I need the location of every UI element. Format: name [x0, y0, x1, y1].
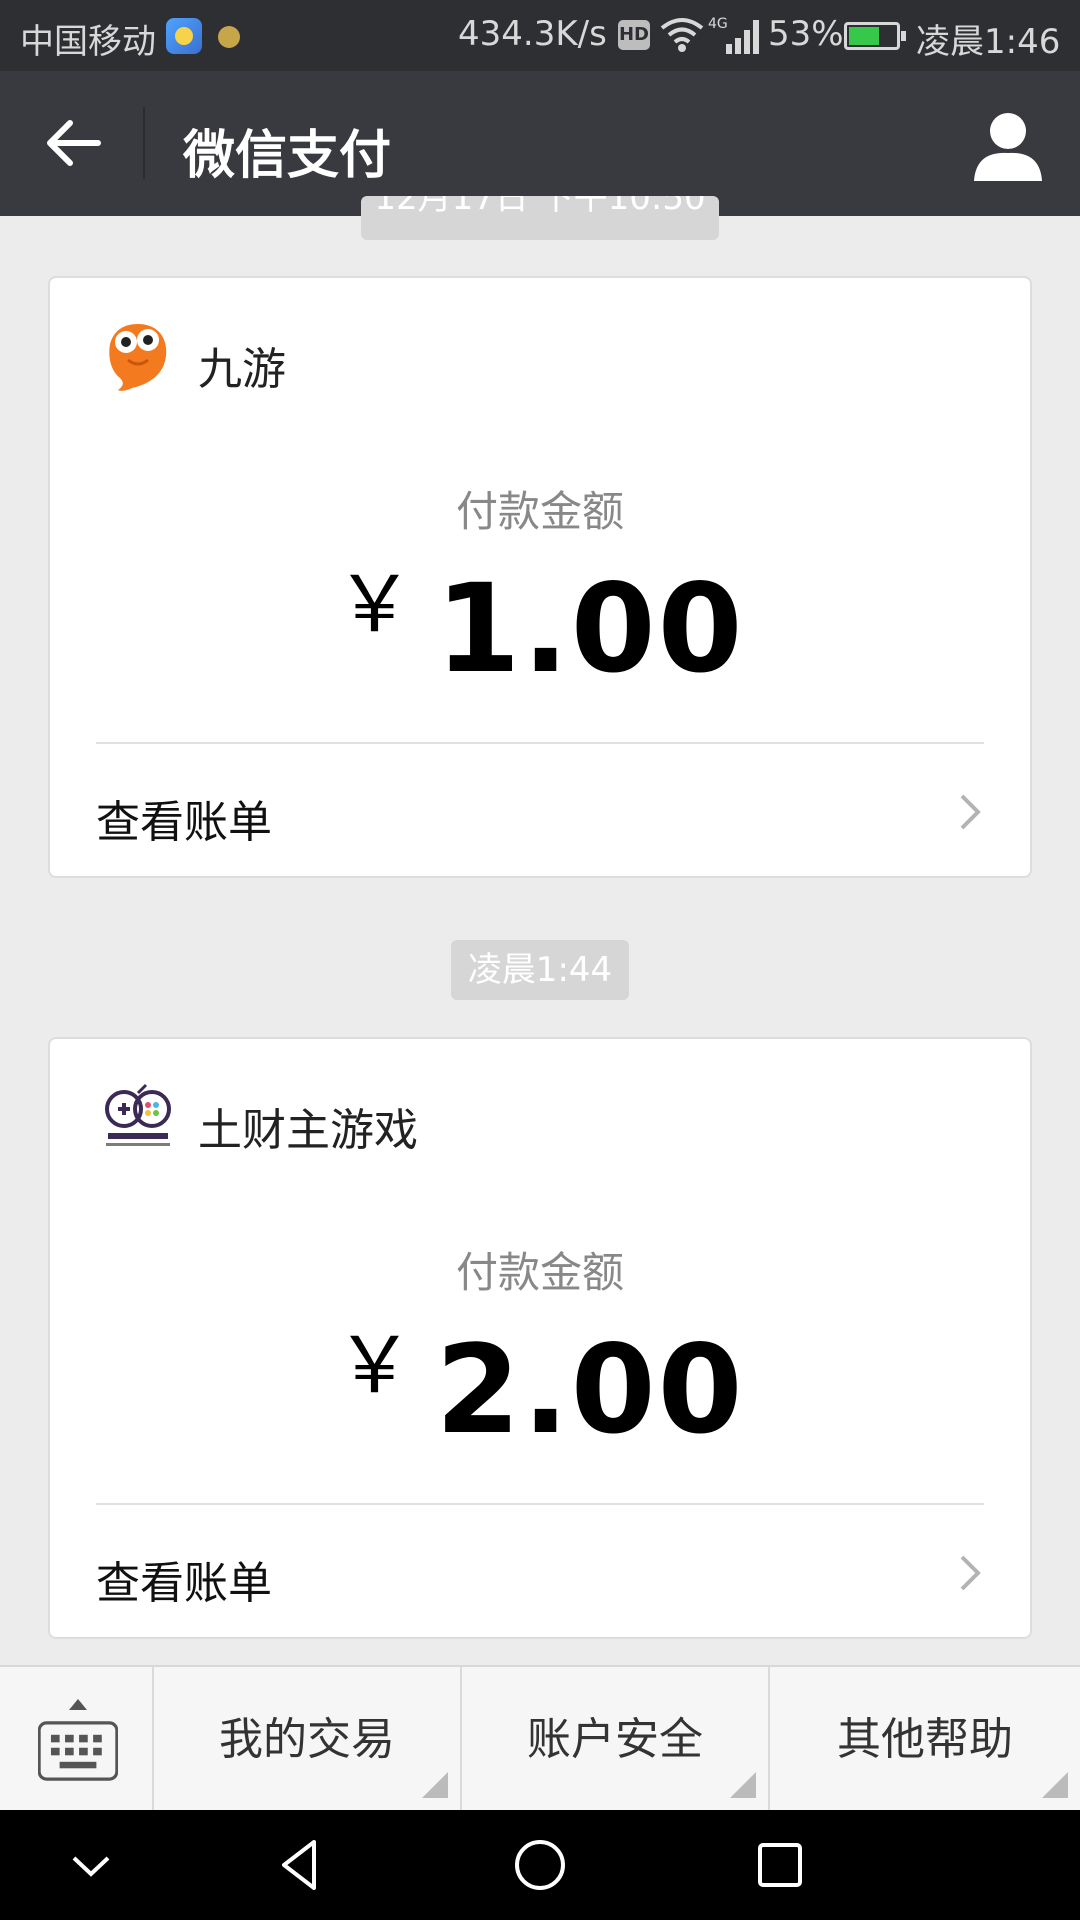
- menu-label: 其他帮助: [837, 1714, 1013, 1765]
- currency-symbol: ￥: [335, 560, 414, 650]
- recents-square-icon[interactable]: [749, 1834, 811, 1896]
- menu-label: 我的交易: [219, 1714, 395, 1765]
- system-nav-bar: [0, 1810, 1080, 1920]
- carrier-label: 中国移动: [20, 22, 156, 62]
- arrow-left-icon[interactable]: [42, 111, 106, 175]
- chevron-right-icon: [960, 794, 981, 830]
- gamepad-logo-icon: [105, 1083, 171, 1146]
- payment-amount: ￥ 2.00: [50, 1303, 1030, 1461]
- back-triangle-icon[interactable]: [270, 1834, 332, 1896]
- person-icon[interactable]: [968, 107, 1048, 187]
- payment-card[interactable]: 九游 付款金额 ￥ 1.00 查看账单: [48, 276, 1032, 878]
- card-divider: [96, 742, 984, 744]
- hd-badge: HD: [618, 20, 650, 50]
- amount-label: 付款金额: [455, 487, 624, 536]
- menu-label: 账户安全: [527, 1714, 703, 1765]
- menu-account-security[interactable]: 账户安全: [462, 1667, 770, 1812]
- status-time: 凌晨1:46: [916, 22, 1061, 62]
- merchant-name: 土财主游戏: [198, 1105, 418, 1156]
- battery-icon: [844, 22, 906, 50]
- card-divider: [96, 1503, 984, 1505]
- chevron-down-icon[interactable]: [60, 1834, 122, 1896]
- header-divider: [143, 107, 145, 179]
- submenu-corner-icon: [422, 1772, 448, 1798]
- merchant-name: 九游: [198, 344, 286, 395]
- menu-my-transactions[interactable]: 我的交易: [154, 1667, 462, 1812]
- amount-label: 付款金额: [455, 1248, 624, 1297]
- status-bar: 中国移动 434.3K/s HD 4G 53% 凌晨1:46: [0, 0, 1080, 71]
- keyboard-icon: [38, 1721, 118, 1781]
- menu-other-help[interactable]: 其他帮助: [770, 1667, 1080, 1812]
- timestamp-pill: 凌晨1:44: [451, 940, 629, 1000]
- network-speed: 434.3K/s: [458, 14, 607, 54]
- view-bill-link[interactable]: 查看账单: [96, 1547, 272, 1611]
- notification-dot-icon: [218, 26, 240, 48]
- submenu-corner-icon: [730, 1772, 756, 1798]
- jiuyou-mascot-icon: [109, 324, 167, 391]
- amount-value: 1.00: [435, 558, 745, 700]
- timestamp-label: 12月17日 下午10:50: [374, 196, 706, 218]
- app-notification-icon: [166, 18, 202, 54]
- app-header: 微信支付: [0, 71, 1080, 216]
- payment-card[interactable]: 土财主游戏 付款金额 ￥ 2.00 查看账单: [48, 1037, 1032, 1639]
- amount-value: 2.00: [435, 1319, 745, 1461]
- page-title: 微信支付: [183, 126, 392, 186]
- submenu-corner-icon: [1042, 1772, 1068, 1798]
- home-circle-icon[interactable]: [509, 1834, 571, 1896]
- battery-percent: 53%: [768, 14, 844, 54]
- view-bill-link[interactable]: 查看账单: [96, 786, 272, 850]
- cell-signal-icon: 4G: [708, 16, 759, 54]
- chevron-right-icon: [960, 1555, 981, 1591]
- timestamp-pill: 12月17日 下午10:50: [361, 196, 719, 240]
- expand-up-icon: [69, 1699, 87, 1710]
- keyboard-toggle-button[interactable]: [0, 1667, 154, 1812]
- network-type-label: 4G: [708, 16, 728, 32]
- currency-symbol: ￥: [335, 1321, 414, 1411]
- payment-amount: ￥ 1.00: [50, 542, 1030, 700]
- bottom-menu: 我的交易 账户安全 其他帮助: [0, 1665, 1080, 1812]
- wifi-icon: [660, 18, 704, 52]
